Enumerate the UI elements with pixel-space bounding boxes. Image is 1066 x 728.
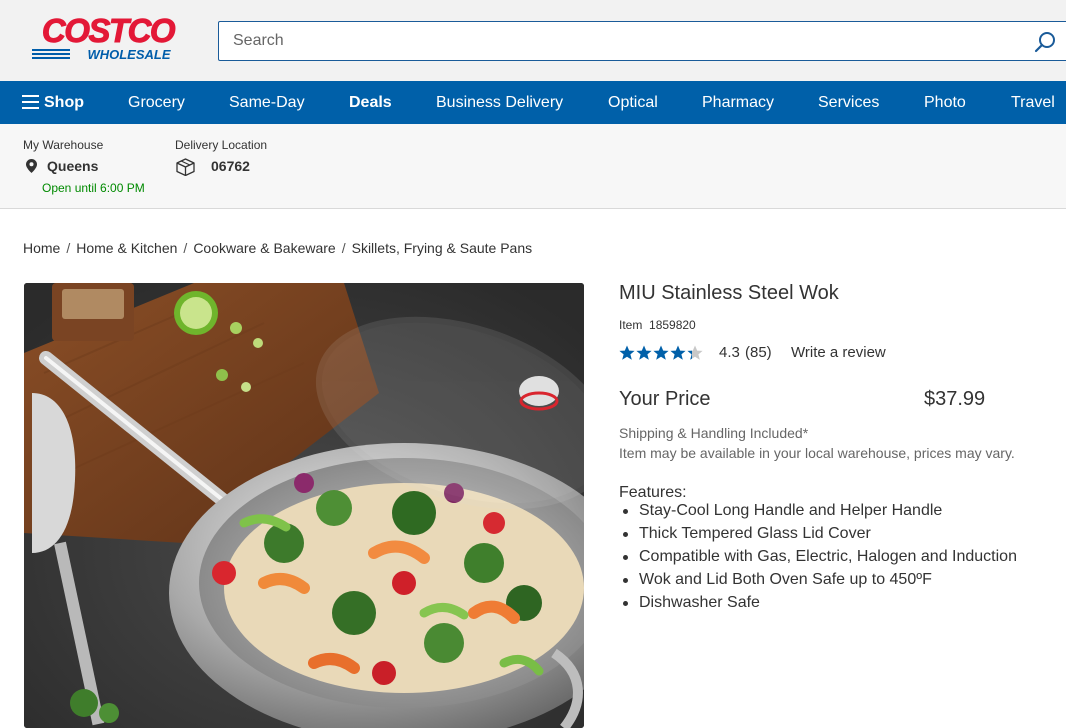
warehouse-hours: Open until 6:00 PM — [42, 181, 145, 195]
location-bar: My Warehouse Queens Open until 6:00 PM D… — [0, 124, 1066, 209]
product-image[interactable] — [24, 283, 584, 728]
star-icon — [653, 345, 669, 360]
warehouse-name[interactable]: Queens — [47, 158, 98, 174]
hamburger-icon[interactable] — [22, 95, 39, 109]
item-number-row: Item 1859820 — [619, 318, 696, 332]
main-nav: Shop Grocery Same-Day Deals Business Del… — [0, 81, 1066, 124]
costco-logo[interactable]: COSTCO WHOLESALE — [24, 12, 192, 62]
map-pin-icon — [26, 159, 37, 173]
site-header: COSTCO WHOLESALE — [0, 0, 1066, 81]
nav-shop[interactable]: Shop — [44, 81, 84, 124]
delivery-label: Delivery Location — [175, 138, 268, 152]
star-icon — [687, 345, 703, 360]
write-review-link[interactable]: Write a review — [791, 344, 886, 361]
shipping-note: Shipping & Handling Included* — [619, 425, 809, 441]
review-count[interactable]: (85) — [745, 344, 772, 361]
search-icon[interactable] — [1033, 30, 1057, 54]
feature-item: Compatible with Gas, Electric, Halogen a… — [619, 548, 1017, 571]
wok-photo — [24, 283, 584, 728]
warehouse-label: My Warehouse — [23, 138, 104, 152]
nav-travel[interactable]: Travel — [1011, 81, 1055, 124]
breadcrumb: Home / Home & Kitchen / Cookware & Bakeware /… — [23, 240, 533, 256]
breadcrumb-home-kitchen[interactable]: Home & Kitchen — [76, 240, 177, 256]
star-rating[interactable] — [619, 345, 703, 361]
features-list: Stay-Cool Long Handle and Helper Handle … — [619, 502, 1017, 617]
feature-item: Stay-Cool Long Handle and Helper Handle — [619, 502, 1017, 525]
star-icon — [619, 345, 635, 360]
features-heading: Features: — [619, 484, 687, 501]
nav-pharmacy[interactable]: Pharmacy — [702, 81, 774, 124]
item-label: Item — [619, 318, 643, 332]
feature-item: Thick Tempered Glass Lid Cover — [619, 525, 1017, 548]
rating-value: 4.3 — [719, 344, 740, 361]
box-icon — [176, 158, 195, 176]
search-input[interactable] — [219, 22, 1019, 60]
nav-services[interactable]: Services — [818, 81, 879, 124]
breadcrumb-home[interactable]: Home — [23, 240, 60, 256]
price-value: $37.99 — [924, 388, 986, 410]
svg-text:WHOLESALE: WHOLESALE — [87, 47, 170, 62]
price-label: Your Price — [619, 388, 711, 410]
product-title: MIU Stainless Steel Wok — [619, 282, 839, 304]
nav-grocery[interactable]: Grocery — [128, 81, 185, 124]
search-bar — [218, 21, 1066, 61]
availability-note: Item may be available in your local ware… — [619, 445, 1015, 461]
star-icon — [670, 345, 686, 360]
nav-business-delivery[interactable]: Business Delivery — [436, 81, 563, 124]
nav-deals[interactable]: Deals — [349, 81, 392, 124]
breadcrumb-skillets[interactable]: Skillets, Frying & Saute Pans — [352, 240, 533, 256]
star-icon — [636, 345, 652, 360]
item-number: 1859820 — [649, 318, 696, 332]
delivery-zip[interactable]: 06762 — [211, 158, 250, 174]
svg-text:COSTCO: COSTCO — [42, 12, 176, 49]
feature-item: Dishwasher Safe — [619, 594, 1017, 617]
nav-optical[interactable]: Optical — [608, 81, 658, 124]
nav-same-day[interactable]: Same-Day — [229, 81, 305, 124]
nav-photo[interactable]: Photo — [924, 81, 966, 124]
feature-item: Wok and Lid Both Oven Safe up to 450ºF — [619, 571, 1017, 594]
breadcrumb-cookware[interactable]: Cookware & Bakeware — [193, 240, 335, 256]
